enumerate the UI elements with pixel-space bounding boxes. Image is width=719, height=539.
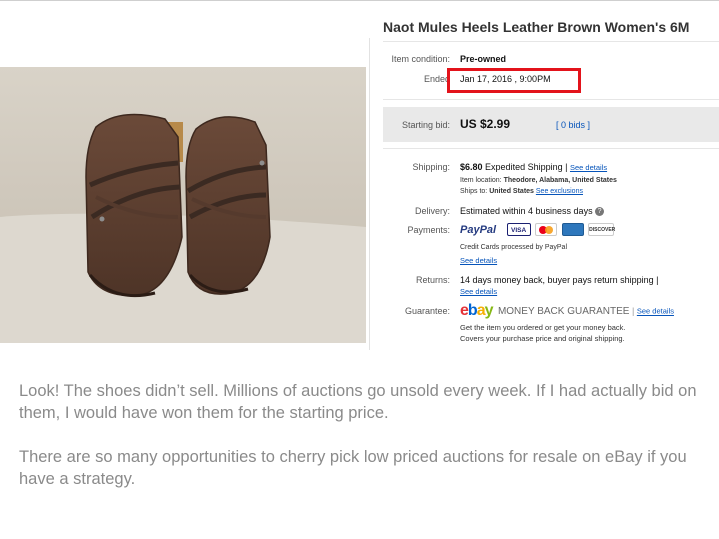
- payments-label: Payments:: [407, 225, 450, 235]
- payments-details-link[interactable]: See details: [460, 256, 497, 265]
- money-back-guarantee: MONEY BACK GUARANTEE: [497, 305, 630, 317]
- amex-icon: [561, 223, 584, 236]
- guarantee-line: ebay MONEY BACK GUARANTEE | See details: [460, 302, 674, 319]
- ships-to: Ships to: United States See exclusions: [460, 188, 583, 195]
- divider: [383, 41, 719, 42]
- shipping-price: $6.80: [460, 162, 483, 172]
- condition-label: Item condition:: [391, 54, 450, 64]
- bids-link[interactable]: [ 0 bids ]: [556, 120, 590, 130]
- paypal-logo: PayPal: [460, 223, 497, 236]
- payment-logos: PayPal VISA DISCOVER: [460, 223, 616, 236]
- delivery-label: Delivery:: [414, 206, 450, 216]
- mastercard-icon: [535, 223, 558, 236]
- starting-bid-value: US $2.99: [460, 117, 511, 131]
- product-photo: [0, 67, 366, 343]
- listing-details: Naot Mules Heels Leather Brown Women's 6…: [370, 0, 719, 350]
- info-icon[interactable]: ?: [595, 207, 605, 217]
- ended-label: Ended: [423, 74, 450, 84]
- visa-icon: VISA: [506, 223, 531, 236]
- location-label: Item location:: [460, 177, 502, 184]
- returns-label: Returns:: [415, 275, 450, 285]
- shipping-line: $6.80 Expedited Shipping | See details: [460, 162, 607, 172]
- discover-icon: DISCOVER: [588, 223, 615, 236]
- caption-paragraph-2: There are so many opportunities to cherr…: [19, 448, 687, 488]
- guarantee-line1: Get the item you ordered or get your mon…: [460, 323, 626, 332]
- paypal-note: Credit Cards processed by PayPal: [460, 244, 567, 251]
- shipping-details-link[interactable]: See details: [570, 163, 607, 172]
- returns-value: 14 days money back, buyer pays return sh…: [460, 275, 659, 285]
- delivery-value: Estimated within 4 business days: [460, 206, 593, 216]
- ebay-logo: ebay: [460, 302, 493, 319]
- condition-value: Pre-owned: [460, 54, 507, 64]
- returns-details: See details: [460, 287, 497, 296]
- ebay-listing-screenshot: Naot Mules Heels Leather Brown Women's 6…: [0, 0, 719, 350]
- divider: [383, 148, 719, 149]
- caption-paragraph-1: Look! The shoes didn’t sell. Millions of…: [19, 382, 697, 422]
- returns-details-link[interactable]: See details: [460, 287, 497, 296]
- highlight-box: [447, 68, 581, 93]
- payments-details: See details: [460, 256, 497, 265]
- delivery-line: Estimated within 4 business days ?: [460, 206, 605, 217]
- guarantee-label: Guarantee:: [404, 306, 450, 316]
- location-value: Theodore, Alabama, United States: [503, 177, 617, 184]
- item-location: Item location: Theodore, Alabama, United…: [460, 177, 617, 184]
- guarantee-line2: Covers your purchase price and original …: [460, 334, 625, 343]
- slide-caption: Look! The shoes didn’t sell. Millions of…: [19, 380, 699, 512]
- starting-bid-label: Starting bid:: [401, 120, 450, 130]
- divider: [383, 99, 719, 100]
- ships-to-label: Ships to:: [460, 188, 488, 195]
- shipping-method: Expedited Shipping |: [485, 162, 568, 172]
- image-panel: [0, 20, 366, 350]
- exclusions-link[interactable]: See exclusions: [536, 188, 583, 195]
- guarantee-details-link[interactable]: See details: [637, 307, 674, 316]
- shipping-label: Shipping:: [412, 162, 450, 172]
- item-title: Naot Mules Heels Leather Brown Women's 6…: [383, 19, 690, 35]
- ships-to-value: United States: [489, 188, 534, 195]
